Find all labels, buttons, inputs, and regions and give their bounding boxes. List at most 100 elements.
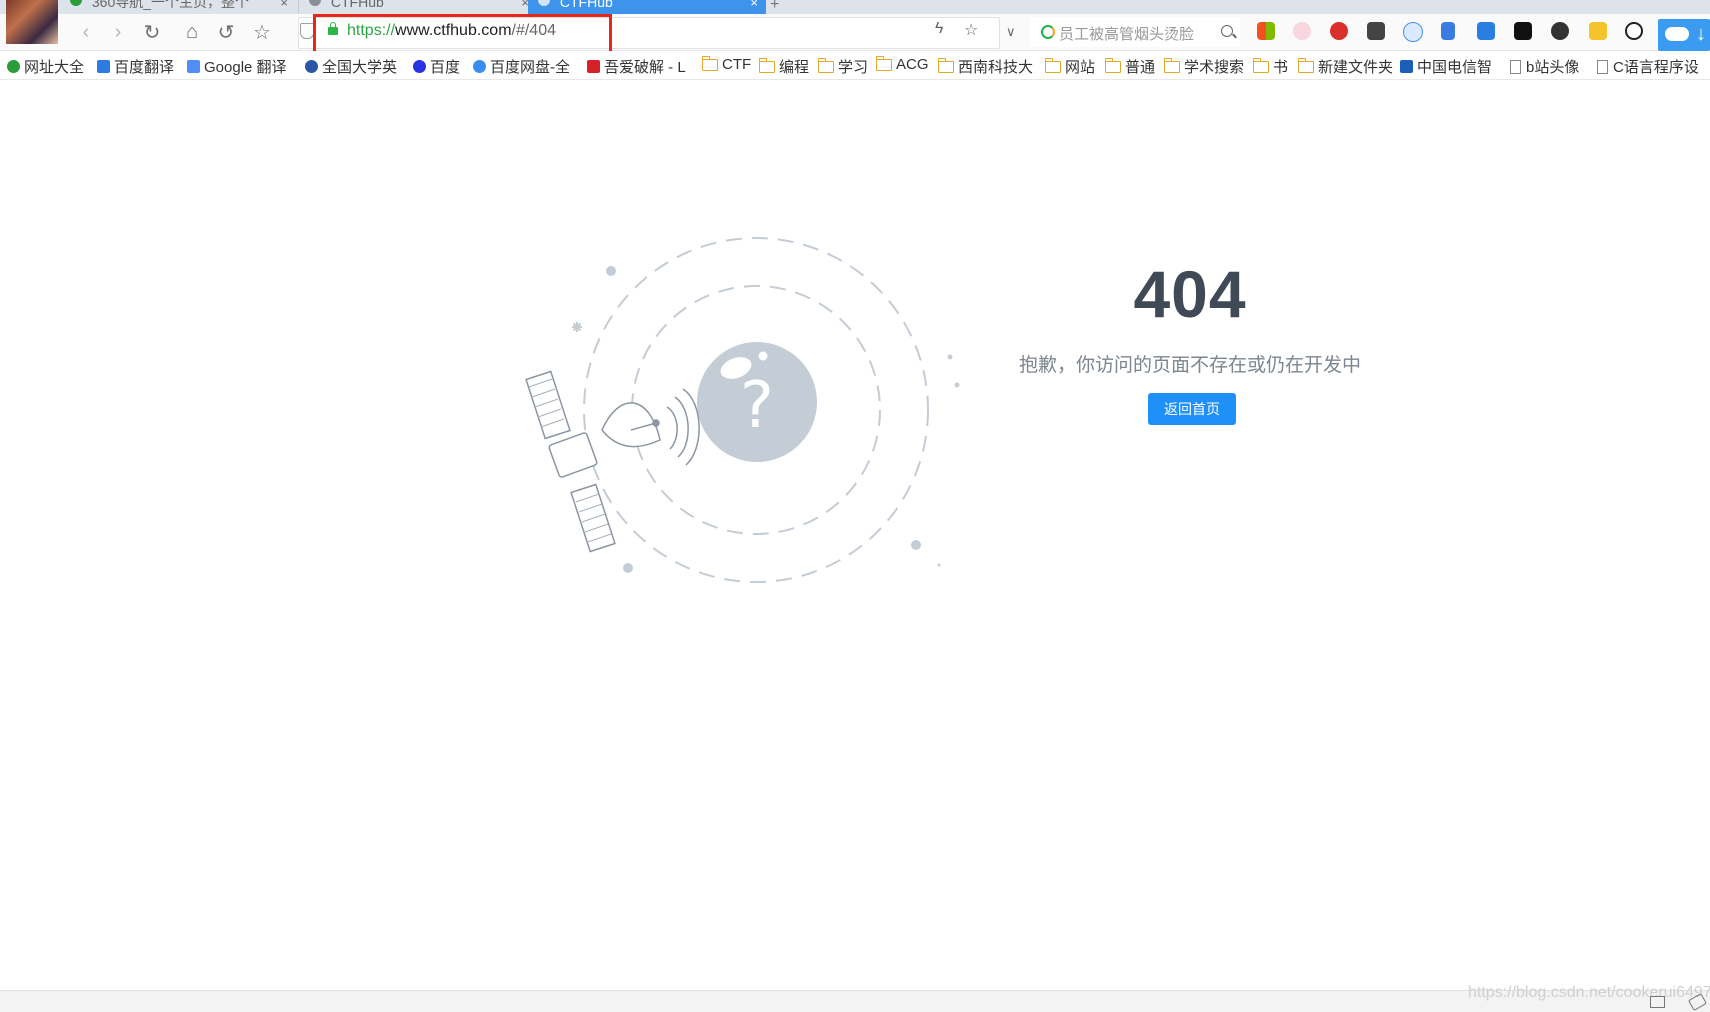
bookmark-label: 百度翻译	[114, 59, 175, 76]
bookmark-folder[interactable]: 书	[1252, 56, 1289, 77]
shield-extension-icon[interactable]	[1589, 22, 1607, 40]
folder-icon	[1163, 57, 1180, 73]
back-home-button[interactable]: 返回首页	[1148, 393, 1236, 425]
download-arrow-icon: ↓	[1696, 23, 1706, 45]
sparkle-dot	[937, 563, 941, 567]
bookmark-item[interactable]: Google 翻译	[187, 56, 287, 77]
bookmark-label: 新建文件夹	[1318, 59, 1394, 76]
font-extension-icon[interactable]	[1441, 22, 1455, 40]
user-avatar[interactable]	[6, 0, 58, 44]
tab-label: CTFHub	[559, 0, 613, 10]
bookmark-item[interactable]: 百度网盘-全	[473, 56, 570, 77]
sparkle-dot	[606, 266, 616, 276]
bookmark-item[interactable]: C语言程序设	[1597, 56, 1699, 77]
page-icon	[1510, 59, 1521, 74]
url-host: www.ctfhub.com	[395, 22, 512, 39]
cat-extension-icon[interactable]	[1293, 22, 1311, 40]
close-icon[interactable]: ×	[280, 0, 288, 10]
watermark: https://blog.csdn.net/cookerui6497	[1468, 984, 1710, 1001]
cloud-download-button[interactable]: ↓	[1658, 19, 1710, 51]
bookmark-folder[interactable]: CTF	[701, 55, 752, 73]
dropdown-chevron-icon[interactable]: ∨	[1006, 24, 1016, 40]
bookmark-label: b站头像	[1526, 59, 1580, 76]
back-icon[interactable]: ‹	[74, 20, 98, 44]
bing-icon[interactable]	[1367, 22, 1385, 40]
bookmark-folder[interactable]: 普通	[1104, 56, 1155, 77]
folder-icon	[937, 57, 954, 73]
ctfhub-favicon-icon	[309, 0, 321, 6]
shield-icon	[300, 23, 314, 39]
undo-close-icon[interactable]: ↺	[214, 20, 238, 44]
bookmark-label: CTF	[722, 56, 752, 73]
bookmark-label: 书	[1273, 59, 1289, 76]
close-icon[interactable]: ×	[750, 0, 758, 10]
360-search-logo-icon	[1041, 25, 1055, 39]
bookmark-folder[interactable]: 编程	[758, 56, 809, 77]
page-icon	[1597, 59, 1608, 74]
bookmark-item[interactable]: 网址大全	[7, 56, 84, 77]
bookmark-label: 西南科技大	[958, 59, 1034, 76]
folder-icon	[875, 55, 892, 71]
new-tab-icon[interactable]: +	[770, 0, 779, 14]
bookmark-item[interactable]: b站头像	[1510, 56, 1579, 77]
signal-wave	[666, 406, 678, 450]
bookmark-item[interactable]: 百度翻译	[97, 56, 174, 77]
tab-label: 360导航_一个主页，整个	[91, 0, 250, 10]
tab-label: CTFHub	[330, 0, 384, 10]
bookmark-folder[interactable]: 学术搜索	[1163, 56, 1244, 77]
tab-ctfhub[interactable]: CTFHub ×	[298, 0, 537, 14]
bookmark-folder[interactable]: ACG	[875, 55, 929, 73]
folder-icon	[1252, 57, 1269, 73]
translate-icon[interactable]	[1477, 22, 1495, 40]
search-icon[interactable]	[1221, 25, 1233, 37]
tab-360-nav[interactable]: 360导航_一个主页，整个 ×	[70, 0, 296, 14]
bookmark-item[interactable]: 全国大学英	[305, 56, 397, 77]
360-logo-icon	[7, 60, 20, 73]
search-placeholder[interactable]: 员工被高管烟头烫脸	[1059, 23, 1194, 44]
google-translate-icon	[187, 60, 200, 73]
sparkle-dot	[623, 563, 633, 573]
bookmark-folder[interactable]: 西南科技大	[937, 56, 1034, 77]
bookmark-label: 百度	[430, 59, 461, 76]
adblock-icon[interactable]	[1330, 22, 1348, 40]
360-logo-icon	[70, 0, 82, 6]
url-path: /#/404	[511, 22, 556, 39]
folder-icon	[1104, 57, 1121, 73]
bookmark-label: 百度网盘-全	[490, 59, 570, 76]
bookmark-item[interactable]: 吾爱破解 - L	[587, 56, 686, 77]
tab-ctfhub-active[interactable]: CTFHub ×	[528, 0, 766, 14]
apps-grid-icon[interactable]	[1257, 22, 1275, 40]
china-telecom-icon	[1400, 60, 1413, 73]
openai-icon[interactable]	[1625, 22, 1643, 40]
tampermonkey-icon[interactable]	[1514, 22, 1532, 40]
bookmark-label: 网址大全	[24, 59, 85, 76]
bookmark-item[interactable]: 中国电信智	[1400, 56, 1492, 77]
baidu-paw-icon	[413, 60, 426, 73]
bookmark-folder[interactable]: 学习	[817, 56, 868, 77]
lightning-icon[interactable]: ϟ	[935, 20, 943, 38]
bookmark-label: 网站	[1065, 59, 1096, 76]
minus-extension-icon[interactable]	[1403, 22, 1423, 42]
forward-icon[interactable]: ›	[106, 20, 130, 44]
tab-strip: 360导航_一个主页，整个 × CTFHub × CTFHub × +	[0, 0, 1710, 15]
cloud-icon	[1665, 27, 1689, 41]
bookmark-folder[interactable]: 网站	[1044, 56, 1096, 77]
bookmark-star-icon[interactable]: ☆	[964, 20, 978, 40]
solar-panel-top	[525, 370, 571, 440]
url-scheme: https://	[347, 22, 396, 39]
url-text[interactable]: https://www.ctfhub.com/#/404	[347, 22, 556, 40]
bookmark-item[interactable]: 百度	[413, 56, 460, 77]
folder-icon	[1044, 57, 1061, 73]
folder-icon	[758, 57, 775, 73]
refresh-icon[interactable]: ↻	[140, 20, 164, 44]
image-icon[interactable]	[1650, 996, 1665, 1008]
satellite-404-illustration: ?	[525, 237, 960, 583]
ghost-extension-icon[interactable]	[1551, 22, 1569, 40]
sparkle-dot	[947, 354, 953, 360]
home-icon[interactable]: ⌂	[180, 20, 204, 44]
star-sparkle	[572, 322, 582, 332]
folder-icon	[1297, 57, 1314, 73]
favorite-star-icon[interactable]: ☆	[250, 20, 274, 44]
folder-icon	[817, 57, 834, 73]
bookmark-folder[interactable]: 新建文件夹	[1297, 56, 1394, 77]
